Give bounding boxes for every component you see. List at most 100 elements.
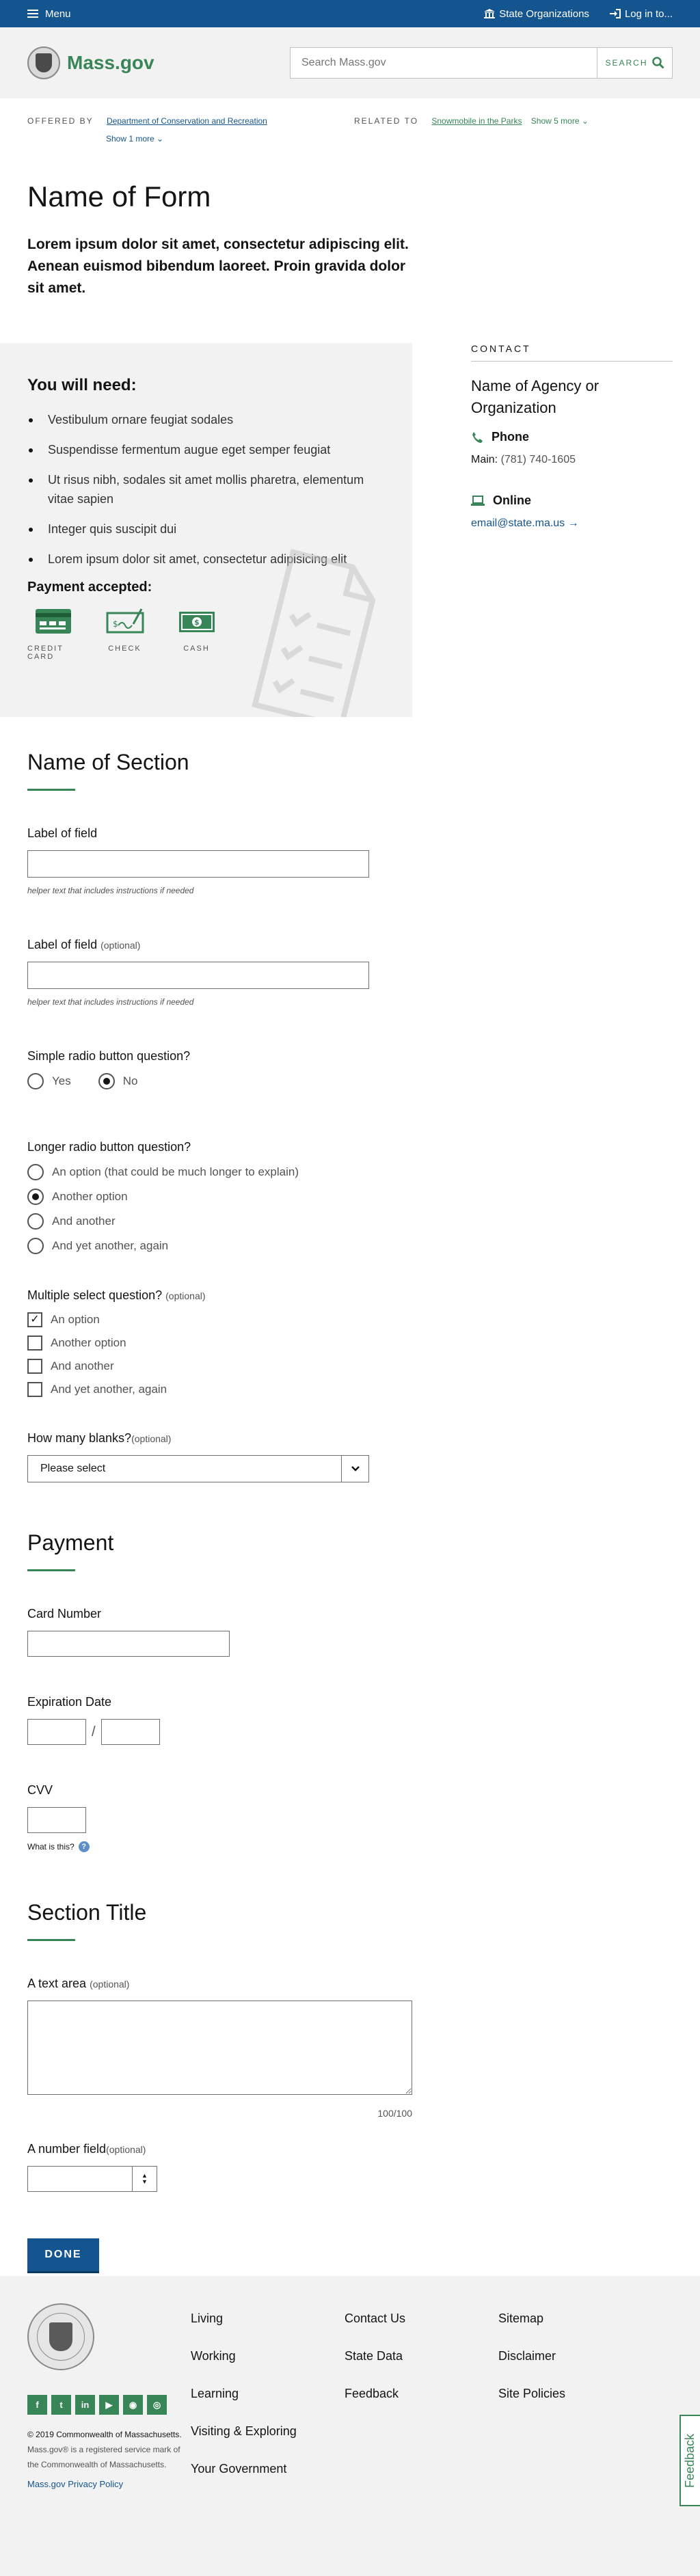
radio-button[interactable] bbox=[98, 1073, 115, 1089]
login-icon bbox=[609, 9, 621, 18]
cvv-help-link[interactable]: What is this?? bbox=[27, 1841, 673, 1852]
optional-tag: (optional) bbox=[106, 2144, 146, 2155]
footer-link-contact[interactable]: Contact Us bbox=[345, 2311, 498, 2326]
twitter-icon[interactable]: t bbox=[51, 2395, 71, 2415]
payment-method-label: CASH bbox=[183, 645, 210, 653]
cvv-help-text: What is this? bbox=[27, 1842, 75, 1852]
done-button[interactable]: DONE bbox=[27, 2238, 99, 2271]
email-link[interactable]: email@state.ma.us → bbox=[471, 517, 673, 530]
list-item: Suspendisse fermentum augue eget semper … bbox=[27, 440, 385, 459]
field-label-text: A text area bbox=[27, 1977, 87, 1990]
radio-option[interactable]: And yet another, again bbox=[27, 1238, 673, 1254]
helper-text: helper text that includes instructions i… bbox=[27, 997, 194, 1007]
menu-button[interactable]: Menu bbox=[27, 8, 71, 20]
requirements-list: Vestibulum ornare feugiat sodales Suspen… bbox=[27, 410, 385, 569]
card-number-input[interactable] bbox=[27, 1631, 230, 1657]
radio-button[interactable] bbox=[27, 1189, 44, 1205]
footer-link-site-policies[interactable]: Site Policies bbox=[498, 2387, 652, 2401]
cvv-input[interactable] bbox=[27, 1807, 86, 1833]
checkbox[interactable] bbox=[27, 1336, 42, 1351]
checkbox[interactable] bbox=[27, 1359, 42, 1374]
menu-label: Menu bbox=[45, 8, 71, 20]
section-title: Name of Section bbox=[27, 750, 189, 774]
login-button[interactable]: Log in to... bbox=[609, 8, 673, 20]
form: Name of Section Label of field helper te… bbox=[0, 750, 700, 2271]
email-text: email@state.ma.us bbox=[471, 517, 565, 529]
payment-method-label: CREDIT CARD bbox=[27, 645, 64, 661]
radio-option[interactable]: Another option bbox=[27, 1189, 673, 1205]
number-field[interactable]: ▲ ▼ bbox=[27, 2166, 157, 2192]
blanks-select[interactable]: Please select bbox=[27, 1455, 369, 1482]
text-area[interactable] bbox=[27, 2001, 412, 2095]
expiration-year-input[interactable] bbox=[100, 1719, 160, 1745]
footer-link-feedback[interactable]: Feedback bbox=[345, 2387, 498, 2401]
offered-by-link[interactable]: Department of Conservation and Recreatio… bbox=[107, 116, 267, 126]
search-input[interactable] bbox=[291, 48, 597, 78]
radio-button[interactable] bbox=[27, 1238, 44, 1254]
field-label: Simple radio button question? bbox=[27, 1049, 191, 1063]
checkbox-option[interactable]: ✓ An option bbox=[27, 1312, 673, 1327]
stepper-icon[interactable]: ▲ ▼ bbox=[132, 2167, 157, 2191]
field-label: Longer radio button question? bbox=[27, 1140, 191, 1154]
footer-link-government[interactable]: Your Government bbox=[191, 2462, 345, 2476]
number-value[interactable] bbox=[28, 2167, 132, 2191]
field-label: Label of field bbox=[27, 826, 98, 840]
credit-card-icon bbox=[35, 609, 71, 634]
linkedin-icon[interactable]: in bbox=[75, 2395, 95, 2415]
offered-show-more-button[interactable]: Show 1 more ⌄ bbox=[0, 126, 700, 144]
footer-link-sitemap[interactable]: Sitemap bbox=[498, 2311, 652, 2326]
expiration-month-input[interactable] bbox=[27, 1719, 86, 1745]
field-label: Label of field (optional) bbox=[27, 938, 673, 952]
radio-label: An option (that could be much longer to … bbox=[52, 1165, 299, 1178]
footer-links: Living Contact Us Sitemap Working State … bbox=[191, 2311, 652, 2476]
date-separator: / bbox=[92, 1724, 96, 1739]
phone-row: Phone bbox=[471, 430, 673, 444]
footer-link-state-data[interactable]: State Data bbox=[345, 2349, 498, 2363]
text-field[interactable] bbox=[27, 850, 369, 878]
field-label: Multiple select question? (optional) bbox=[27, 1288, 673, 1303]
footer-link-working[interactable]: Working bbox=[191, 2349, 345, 2363]
footer-link-learning[interactable]: Learning bbox=[191, 2387, 345, 2401]
checkbox-option[interactable]: Another option bbox=[27, 1336, 673, 1351]
facebook-icon[interactable]: f bbox=[27, 2395, 47, 2415]
main-number[interactable]: (781) 740-1605 bbox=[501, 454, 576, 465]
footer-link-living[interactable]: Living bbox=[191, 2311, 345, 2326]
footer-link-disclaimer[interactable]: Disclaimer bbox=[498, 2349, 652, 2363]
radio-option-no[interactable]: No bbox=[98, 1073, 137, 1089]
radio-option-yes[interactable]: Yes bbox=[27, 1073, 71, 1089]
site-footer: f t in ▶ ◉ ◎ © 2019 Commonwealth of Mass… bbox=[0, 2276, 700, 2576]
main-label: Main: bbox=[471, 454, 498, 465]
field-group: A text area (optional) 100/100 bbox=[27, 1977, 673, 2119]
radio-option[interactable]: An option (that could be much longer to … bbox=[27, 1164, 673, 1180]
state-organizations-button[interactable]: State Organizations bbox=[484, 8, 589, 20]
state-seal-icon bbox=[27, 46, 60, 79]
radio-button[interactable] bbox=[27, 1073, 44, 1089]
site-logo[interactable]: Mass.gov bbox=[27, 46, 154, 79]
search-button-label: SEARCH bbox=[605, 58, 648, 68]
radio-button[interactable] bbox=[27, 1164, 44, 1180]
related-show-more-button[interactable]: Show 5 more ⌄ bbox=[531, 116, 589, 126]
privacy-link[interactable]: Mass.gov Privacy Policy bbox=[27, 2479, 673, 2489]
state-seal-icon[interactable] bbox=[27, 2303, 94, 2370]
contact-panel: CONTACT Name of Agency or Organization P… bbox=[471, 343, 673, 530]
radio-option[interactable]: And another bbox=[27, 1213, 673, 1230]
checkbox-option[interactable]: And another bbox=[27, 1359, 673, 1374]
chevron-down-icon bbox=[341, 1456, 368, 1482]
field-label: A text area (optional) bbox=[27, 1977, 673, 1991]
checkbox[interactable]: ✓ bbox=[27, 1312, 42, 1327]
instagram-icon[interactable]: ◎ bbox=[147, 2395, 167, 2415]
related-to-link[interactable]: Snowmobile in the Parks bbox=[431, 116, 522, 126]
footer-link-visiting[interactable]: Visiting & Exploring bbox=[191, 2424, 345, 2439]
rss-icon[interactable]: ◉ bbox=[123, 2395, 143, 2415]
phone-icon bbox=[472, 431, 483, 443]
checkbox[interactable] bbox=[27, 1382, 42, 1397]
search-icon bbox=[651, 57, 664, 69]
youtube-icon[interactable]: ▶ bbox=[99, 2395, 119, 2415]
section-divider bbox=[27, 789, 75, 791]
checkbox-option[interactable]: And yet another, again bbox=[27, 1382, 673, 1397]
select-group: How many blanks?(optional) Please select bbox=[27, 1431, 673, 1482]
text-field[interactable] bbox=[27, 962, 369, 989]
search-button[interactable]: SEARCH bbox=[597, 48, 672, 78]
feedback-tab[interactable]: Feedback bbox=[679, 2415, 700, 2506]
radio-button[interactable] bbox=[27, 1213, 44, 1230]
